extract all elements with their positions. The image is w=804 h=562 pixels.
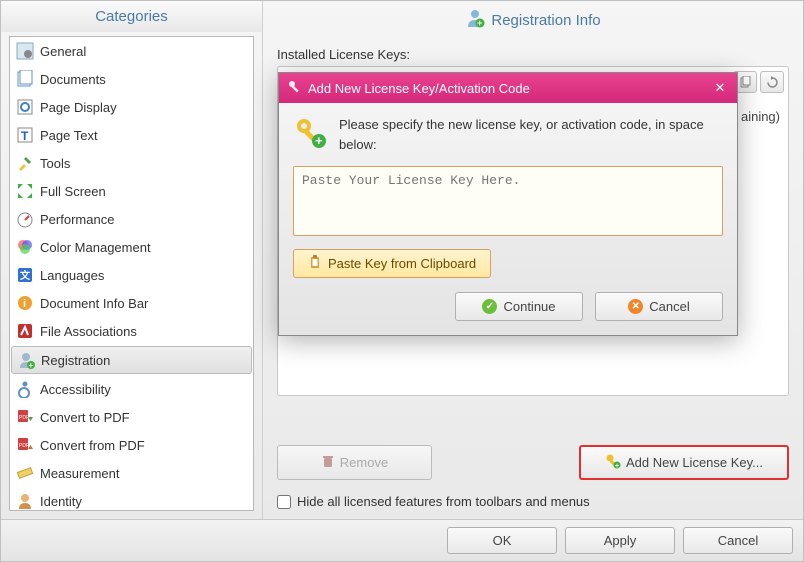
svg-text:+: + — [315, 133, 323, 148]
refresh-keys-button[interactable] — [760, 71, 784, 93]
cat-page-text[interactable]: T Page Text — [10, 121, 253, 149]
svg-text:+: + — [29, 361, 34, 369]
page-display-icon — [16, 98, 34, 116]
dialog-titlebar[interactable]: Add New License Key/Activation Code ✕ — [279, 73, 737, 103]
tools-icon — [16, 154, 34, 172]
cat-label: Identity — [40, 494, 82, 509]
apply-button[interactable]: Apply — [565, 527, 675, 554]
registration-icon: + — [17, 351, 35, 369]
categories-header: Categories — [1, 1, 262, 32]
cat-full-screen[interactable]: Full Screen — [10, 177, 253, 205]
identity-icon — [16, 492, 34, 510]
cat-convert-from-pdf[interactable]: PDF Convert from PDF — [10, 431, 253, 459]
dialog-large-key-icon: + — [293, 115, 327, 149]
continue-button[interactable]: ✓ Continue — [455, 292, 583, 321]
categories-list[interactable]: General Documents Page Display T Page Te… — [9, 36, 254, 511]
convert-to-pdf-icon: PDF — [16, 408, 34, 426]
cat-label: Document Info Bar — [40, 296, 148, 311]
svg-text:PDF: PDF — [19, 415, 29, 421]
convert-from-pdf-icon: PDF — [16, 436, 34, 454]
cat-label: Convert from PDF — [40, 438, 145, 453]
cat-label: General — [40, 44, 86, 59]
key-icon: + — [605, 453, 621, 472]
cat-label: Page Text — [40, 128, 98, 143]
cat-tools[interactable]: Tools — [10, 149, 253, 177]
svg-text:文: 文 — [20, 269, 31, 282]
cancel-button[interactable]: Cancel — [683, 527, 793, 554]
file-associations-icon — [16, 322, 34, 340]
cat-page-display[interactable]: Page Display — [10, 93, 253, 121]
cat-measurement[interactable]: Measurement — [10, 459, 253, 487]
trash-icon — [321, 454, 335, 471]
svg-text:i: i — [23, 298, 26, 310]
cat-convert-to-pdf[interactable]: PDF Convert to PDF — [10, 403, 253, 431]
cat-label: Measurement — [40, 466, 119, 481]
clipboard-icon — [308, 255, 322, 272]
svg-text:PDF: PDF — [19, 443, 29, 449]
cat-performance[interactable]: Performance — [10, 205, 253, 233]
svg-text:+: + — [477, 18, 482, 28]
cat-label: Performance — [40, 212, 114, 227]
cat-label: Languages — [40, 268, 104, 283]
add-license-dialog: Add New License Key/Activation Code ✕ + … — [278, 72, 738, 336]
license-key-input[interactable] — [293, 166, 723, 236]
installed-keys-label: Installed License Keys: — [263, 39, 803, 66]
close-icon[interactable]: ✕ — [711, 80, 729, 96]
cat-label: Convert to PDF — [40, 410, 130, 425]
full-screen-icon — [16, 182, 34, 200]
accessibility-icon — [16, 380, 34, 398]
cat-label: Registration — [41, 353, 110, 368]
cat-documents[interactable]: Documents — [10, 65, 253, 93]
registration-header: + Registration Info — [263, 1, 803, 39]
cancel-icon: ✕ — [628, 299, 643, 314]
registration-header-icon: + — [465, 8, 485, 32]
page-text-icon: T — [16, 126, 34, 144]
cat-color-management[interactable]: Color Management — [10, 233, 253, 261]
cat-label: File Associations — [40, 324, 137, 339]
hide-features-label: Hide all licensed features from toolbars… — [297, 494, 590, 509]
dialog-key-icon — [287, 79, 302, 97]
cat-general[interactable]: General — [10, 37, 253, 65]
languages-icon: 文 — [16, 266, 34, 284]
color-management-icon — [16, 238, 34, 256]
cat-identity[interactable]: Identity — [10, 487, 253, 511]
cat-label: Tools — [40, 156, 70, 171]
key-entry-text: aining) — [741, 109, 780, 124]
measurement-icon — [16, 464, 34, 482]
cat-registration[interactable]: + Registration — [11, 346, 252, 374]
general-icon — [16, 42, 34, 60]
ok-button[interactable]: OK — [447, 527, 557, 554]
info-bar-icon: i — [16, 294, 34, 312]
documents-icon — [16, 70, 34, 88]
hide-features-checkbox[interactable] — [277, 495, 291, 509]
cat-label: Documents — [40, 72, 106, 87]
dialog-title-text: Add New License Key/Activation Code — [308, 81, 530, 96]
remove-button[interactable]: Remove — [277, 445, 432, 480]
add-license-button[interactable]: + Add New License Key... — [579, 445, 789, 480]
check-icon: ✓ — [482, 299, 497, 314]
svg-text:T: T — [21, 129, 29, 143]
cat-languages[interactable]: 文 Languages — [10, 261, 253, 289]
cat-accessibility[interactable]: Accessibility — [10, 375, 253, 403]
cat-file-associations[interactable]: File Associations — [10, 317, 253, 345]
svg-text:+: + — [615, 463, 619, 469]
cat-label: Full Screen — [40, 184, 106, 199]
paste-from-clipboard-button[interactable]: Paste Key from Clipboard — [293, 249, 491, 278]
cat-label: Accessibility — [40, 382, 111, 397]
dialog-cancel-button[interactable]: ✕ Cancel — [595, 292, 723, 321]
cat-document-info-bar[interactable]: i Document Info Bar — [10, 289, 253, 317]
cat-label: Color Management — [40, 240, 151, 255]
cat-label: Page Display — [40, 100, 117, 115]
dialog-instruction-text: Please specify the new license key, or a… — [339, 115, 723, 154]
performance-icon — [16, 210, 34, 228]
